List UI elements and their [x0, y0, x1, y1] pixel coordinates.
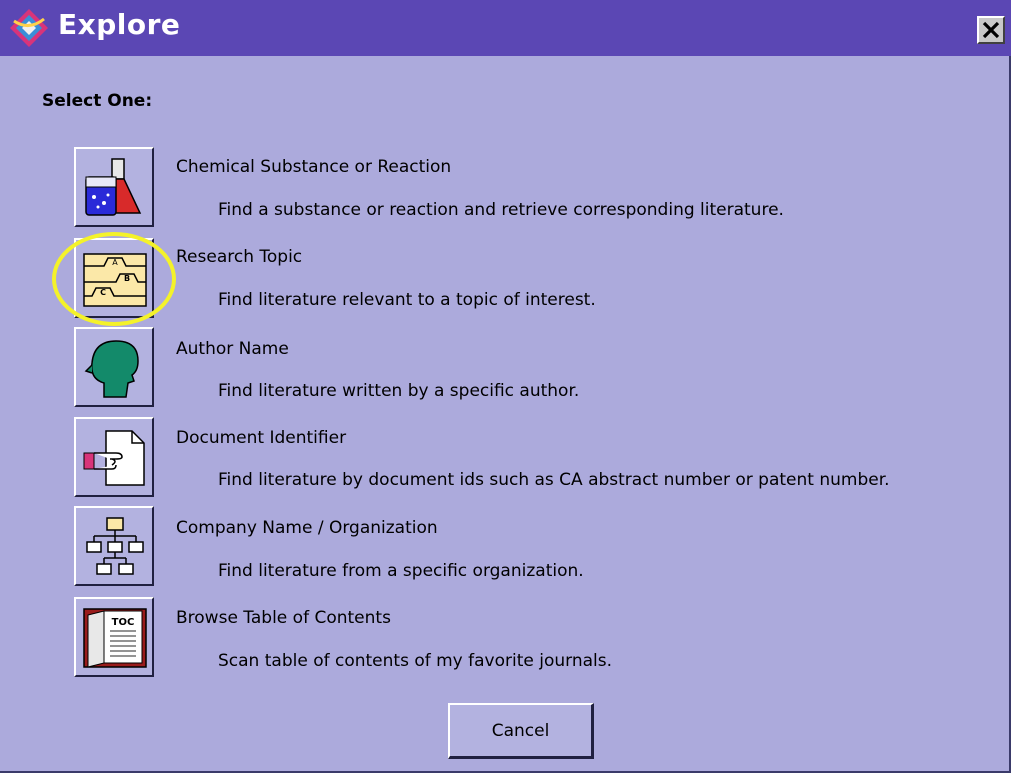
app-logo-icon: [10, 9, 48, 47]
explore-dialog: Explore Select One: Chemical Substance o…: [0, 0, 1011, 773]
document-pointer-icon: [83, 430, 145, 486]
cancel-button[interactable]: Cancel: [448, 703, 594, 759]
company-organization-button[interactable]: [74, 506, 154, 586]
flask-icon: [85, 158, 142, 216]
browse-toc-title: Browse Table of Contents: [176, 608, 391, 628]
window-title: Explore: [58, 8, 181, 41]
research-topic-button[interactable]: A B C: [74, 238, 154, 318]
company-organization-description: Find literature from a specific organiza…: [218, 561, 584, 581]
document-identifier-description: Find literature by document ids such as …: [218, 470, 890, 490]
index-tabs-icon: A B C: [83, 253, 147, 307]
research-topic-title: Research Topic: [176, 247, 303, 267]
company-organization-title: Company Name / Organization: [176, 518, 438, 538]
tab-a-label: A: [112, 258, 118, 267]
author-name-button[interactable]: [74, 327, 154, 407]
chemical-substance-button[interactable]: [74, 147, 154, 227]
org-chart-icon: [86, 517, 144, 575]
research-topic-description: Find literature relevant to a topic of i…: [218, 290, 596, 310]
author-name-description: Find literature written by a specific au…: [218, 381, 580, 401]
author-name-title: Author Name: [176, 339, 289, 359]
title-bar[interactable]: Explore: [0, 0, 1011, 56]
chemical-substance-description: Find a substance or reaction and retriev…: [218, 200, 784, 220]
select-one-label: Select One:: [42, 91, 153, 111]
head-silhouette-icon: [84, 340, 139, 398]
close-icon: [982, 21, 1000, 39]
toc-book-icon: TOC: [83, 608, 147, 668]
document-identifier-title: Document Identifier: [176, 428, 347, 448]
toc-label: TOC: [112, 617, 135, 628]
browse-toc-button[interactable]: TOC: [74, 597, 154, 677]
tab-c-label: C: [100, 288, 106, 297]
browse-toc-description: Scan table of contents of my favorite jo…: [218, 651, 613, 671]
tab-b-label: B: [124, 274, 130, 283]
chemical-substance-title: Chemical Substance or Reaction: [176, 157, 452, 177]
document-identifier-button[interactable]: [74, 417, 154, 497]
close-button[interactable]: [977, 16, 1005, 44]
